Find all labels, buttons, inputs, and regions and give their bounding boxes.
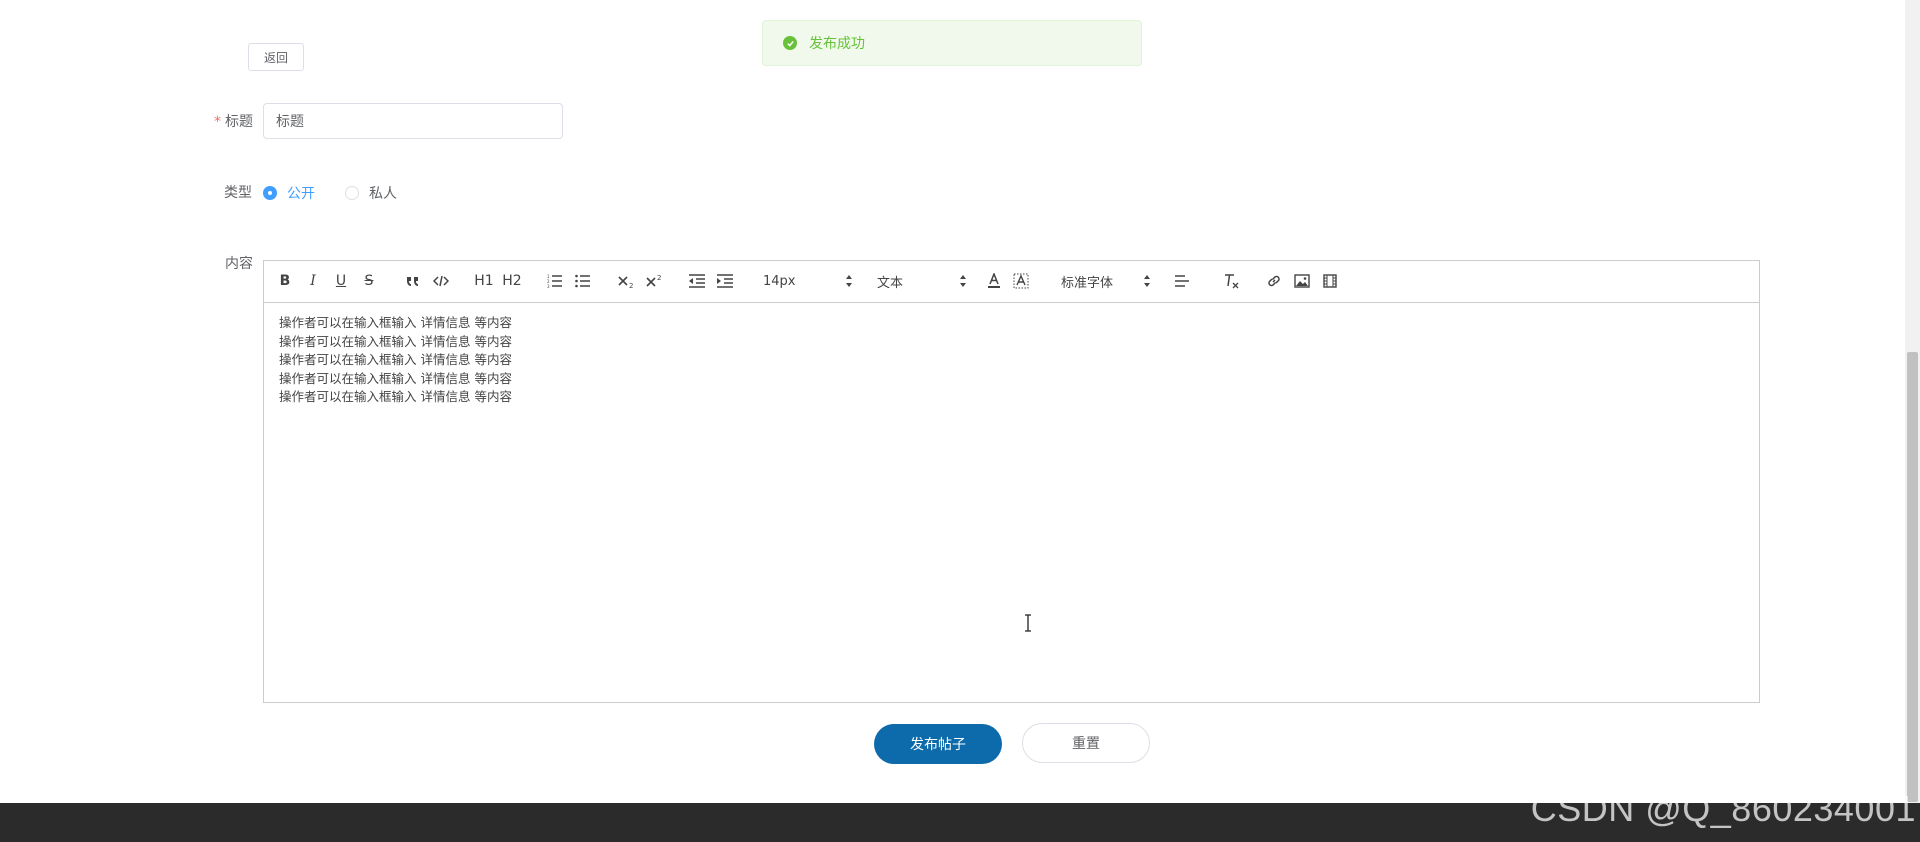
svg-text:3: 3 xyxy=(547,284,550,288)
success-check-icon xyxy=(783,36,797,50)
indent-icon[interactable] xyxy=(716,271,734,291)
video-icon[interactable] xyxy=(1322,271,1338,291)
editor-content[interactable]: 操作者可以在输入框输入 详情信息 等内容 操作者可以在输入框输入 详情信息 等内… xyxy=(264,303,1759,418)
required-mark: * xyxy=(214,114,221,130)
svg-text:2: 2 xyxy=(657,274,661,282)
content-line: 操作者可以在输入框输入 详情信息 等内容 xyxy=(279,352,512,367)
ordered-list-icon[interactable]: 123 xyxy=(547,271,563,291)
bold-button[interactable]: B xyxy=(278,271,292,291)
content-line: 操作者可以在输入框输入 详情信息 等内容 xyxy=(279,315,512,330)
font-size-picker[interactable]: 14px xyxy=(763,271,853,291)
header-value: 文本 xyxy=(877,275,904,291)
title-label-text: 标题 xyxy=(225,114,253,130)
submit-post-button[interactable]: 发布帖子 xyxy=(874,724,1002,764)
toast-message: 发布成功 xyxy=(809,36,865,52)
header1-button[interactable]: H1 xyxy=(474,271,494,291)
chevron-updown-icon xyxy=(846,275,852,287)
radio-public[interactable]: 公开 xyxy=(263,183,315,203)
radio-public-label: 公开 xyxy=(287,186,315,202)
clear-format-icon[interactable] xyxy=(1223,271,1239,291)
image-icon[interactable] xyxy=(1294,271,1310,291)
font-family-value: 标准字体 xyxy=(1061,275,1114,291)
watermark: CSDN @Q_860234001 xyxy=(1530,788,1916,829)
font-size-value: 14px xyxy=(763,273,796,289)
content-label: 内容 xyxy=(225,256,253,272)
underline-button[interactable]: U xyxy=(334,271,348,291)
radio-public-dot[interactable] xyxy=(263,186,277,200)
content-line: 操作者可以在输入框输入 详情信息 等内容 xyxy=(279,389,512,404)
radio-private[interactable]: 私人 xyxy=(345,183,397,203)
scrollbar-thumb[interactable] xyxy=(1907,352,1918,802)
italic-button[interactable]: I xyxy=(306,271,320,291)
strike-button[interactable]: S xyxy=(362,271,376,291)
svg-text:2: 2 xyxy=(629,282,633,288)
blockquote-icon[interactable] xyxy=(405,271,421,291)
back-button[interactable]: 返回 xyxy=(248,43,304,71)
radio-private-dot[interactable] xyxy=(345,186,359,200)
font-family-picker[interactable]: 标准字体 xyxy=(1061,271,1151,291)
radio-private-label: 私人 xyxy=(369,186,397,202)
reset-button[interactable]: 重置 xyxy=(1022,723,1150,763)
text-color-icon[interactable] xyxy=(986,271,1002,291)
header-picker[interactable]: 文本 xyxy=(877,271,967,291)
text-cursor-icon xyxy=(1025,614,1031,632)
content-line: 操作者可以在输入框输入 详情信息 等内容 xyxy=(279,370,512,386)
title-input[interactable] xyxy=(263,103,563,139)
type-label: 类型 xyxy=(224,185,252,201)
chevron-updown-icon xyxy=(960,275,966,287)
align-left-icon[interactable] xyxy=(1174,271,1190,291)
outdent-icon[interactable] xyxy=(688,271,706,291)
rich-text-editor: B I U S H1 H2 123 2 2 14px 文本 标准字体 操作者可以… xyxy=(263,260,1760,703)
bullet-list-icon[interactable] xyxy=(575,271,591,291)
title-label: * 标题 xyxy=(214,111,253,131)
content-line: 操作者可以在输入框输入 详情信息 等内容 xyxy=(279,333,512,349)
superscript-icon[interactable]: 2 xyxy=(646,271,664,291)
success-toast: 发布成功 xyxy=(762,20,1142,66)
header2-button[interactable]: H2 xyxy=(502,271,522,291)
editor-toolbar: B I U S H1 H2 123 2 2 14px 文本 标准字体 xyxy=(264,261,1759,303)
link-icon[interactable] xyxy=(1266,271,1282,291)
chevron-updown-icon xyxy=(1144,275,1150,287)
background-color-icon[interactable] xyxy=(1013,271,1029,291)
subscript-icon[interactable]: 2 xyxy=(618,271,636,291)
code-block-icon[interactable] xyxy=(433,271,449,291)
